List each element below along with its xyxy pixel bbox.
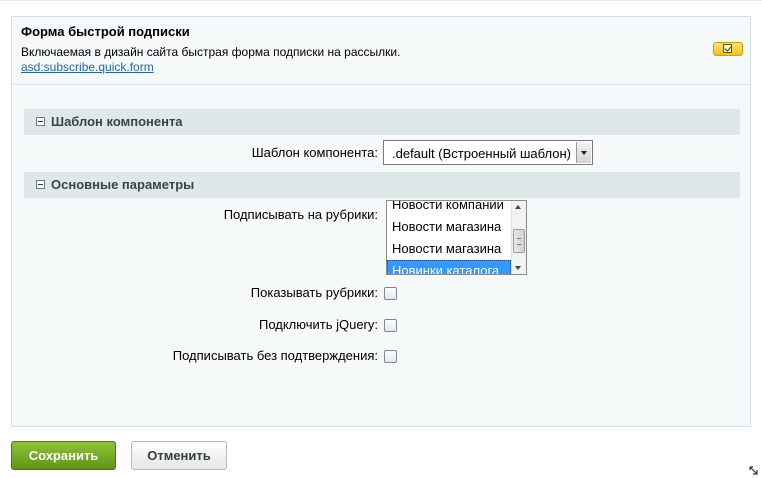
scrollbar-thumb[interactable] xyxy=(513,229,525,253)
show-rubrics-label: Показывать рубрики: xyxy=(250,285,378,300)
top-divider xyxy=(0,0,762,1)
template-select-value: .default (Встроенный шаблон) xyxy=(392,146,571,161)
cancel-button[interactable]: Отменить xyxy=(131,441,227,470)
component-settings-panel: Форма быстрой подписки Включаемая в диза… xyxy=(11,16,751,427)
component-title: Форма быстрой подписки xyxy=(21,24,190,39)
rubrics-listbox[interactable]: Новости компании Новости магазина Новост… xyxy=(386,200,527,275)
component-id-link[interactable]: asd:subscribe.quick.form xyxy=(21,60,154,74)
checkbox-icon xyxy=(723,44,732,53)
list-item[interactable]: Новости магазина xyxy=(387,216,511,238)
component-header: Форма быстрой подписки Включаемая в диза… xyxy=(12,17,750,85)
resize-handle-icon[interactable] xyxy=(749,466,760,476)
template-label: Шаблон компонента: xyxy=(251,145,378,160)
include-jquery-checkbox[interactable] xyxy=(384,319,397,332)
arrow-up-icon[interactable] xyxy=(515,205,521,209)
list-item-selected[interactable]: Новинки каталога xyxy=(387,260,511,274)
include-jquery-label: Подключить jQuery: xyxy=(258,317,378,332)
component-description: Включаемая в дизайн сайта быстрая форма … xyxy=(21,45,401,59)
listbox-scrollbar[interactable] xyxy=(511,201,526,274)
show-rubrics-checkbox[interactable] xyxy=(384,287,397,300)
section-component-template[interactable]: Шаблон компонента xyxy=(24,109,740,135)
collapse-minus-icon[interactable] xyxy=(36,117,45,126)
no-confirm-label: Подписывать без подтверждения: xyxy=(172,348,378,363)
section-main-params[interactable]: Основные параметры xyxy=(24,172,740,198)
template-select[interactable]: .default (Встроенный шаблон) xyxy=(383,140,593,165)
section-title: Шаблон компонента xyxy=(51,114,183,129)
show-all-params-toggle[interactable] xyxy=(713,42,743,56)
rubrics-label: Подписывать на рубрики: xyxy=(223,207,378,222)
section-title: Основные параметры xyxy=(51,177,195,192)
chevron-down-icon[interactable] xyxy=(576,142,591,163)
collapse-minus-icon[interactable] xyxy=(36,180,45,189)
save-button[interactable]: Сохранить xyxy=(11,441,116,470)
list-item[interactable]: Новости магазина xyxy=(387,238,511,260)
no-confirm-checkbox[interactable] xyxy=(384,350,397,363)
list-item[interactable]: Новости компании xyxy=(387,201,511,216)
arrow-down-icon[interactable] xyxy=(515,266,521,270)
